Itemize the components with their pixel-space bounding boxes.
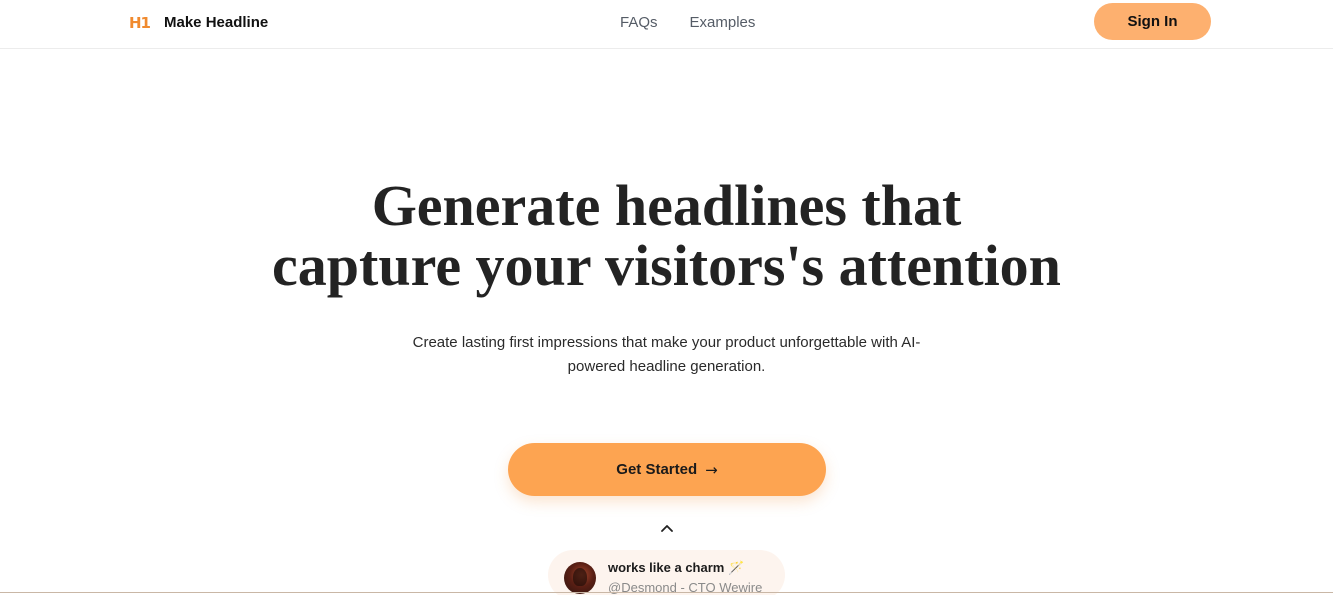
hero-subtitle-line-1: Create lasting first impressions that ma… <box>412 334 921 351</box>
sign-in-button[interactable]: Sign In <box>1094 3 1211 40</box>
main-nav: FAQs Examples <box>620 12 755 34</box>
nav-link-faqs[interactable]: FAQs <box>620 12 658 34</box>
bottom-divider <box>0 592 1333 593</box>
chevron-up-icon[interactable] <box>658 519 676 537</box>
hero-title: Generate headlines that capture your vis… <box>0 176 1333 296</box>
testimonial-quote: works like a charm 🪄 <box>608 560 745 575</box>
get-started-button[interactable]: Get Started → <box>508 443 826 496</box>
avatar <box>564 562 596 594</box>
top-navbar: H1 Make Headline FAQs Examples Sign In <box>0 0 1333 49</box>
brand-name: Make Headline <box>164 14 269 31</box>
arrow-right-icon: → <box>705 460 718 479</box>
get-started-label: Get Started <box>616 461 698 478</box>
testimonial-card: works like a charm 🪄 @Desmond - CTO Wewi… <box>548 550 785 595</box>
hero-title-line-1: Generate headlines that <box>371 173 962 238</box>
hero-subtitle: Create lasting first impressions that ma… <box>0 331 1333 379</box>
hero-subtitle-line-2: powered headline generation. <box>567 358 766 375</box>
nav-link-examples[interactable]: Examples <box>690 12 756 34</box>
hero-title-line-2: capture your visitors's attention <box>272 233 1061 298</box>
h1-logo-icon: H1 <box>129 14 151 32</box>
brand-logo-link[interactable]: H1 Make Headline <box>129 12 268 34</box>
